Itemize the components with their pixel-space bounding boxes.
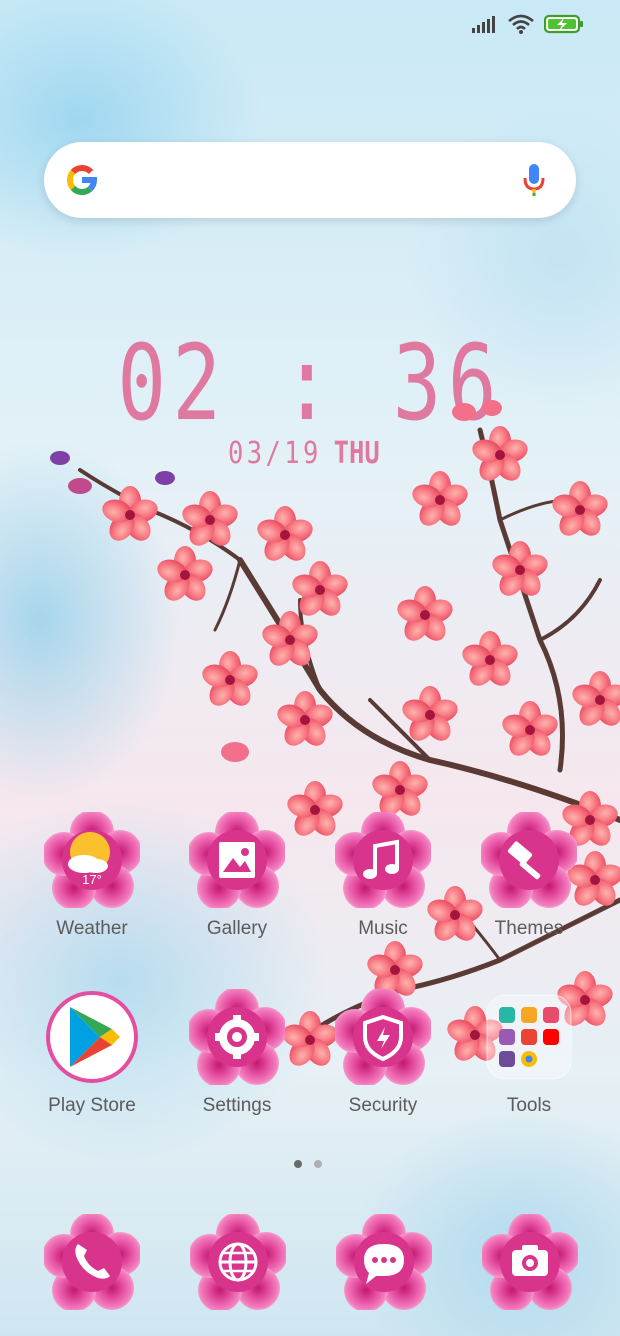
app-label: Gallery: [206, 918, 268, 939]
messages-icon: [334, 1212, 434, 1312]
music-icon: [333, 810, 433, 910]
google-g-icon: [67, 164, 98, 196]
app-music[interactable]: Music: [318, 810, 448, 940]
browser-icon: [188, 1212, 288, 1312]
page-dot-active[interactable]: [294, 1160, 302, 1168]
dock-camera[interactable]: [480, 1212, 580, 1315]
weather-temp: 17°: [82, 872, 102, 887]
camera-icon: [480, 1212, 580, 1312]
app-label: Settings: [202, 1095, 272, 1116]
app-label: Tools: [506, 1095, 552, 1116]
security-icon: [333, 987, 433, 1087]
wifi-icon: [508, 14, 534, 34]
app-security[interactable]: Security: [318, 987, 448, 1117]
app-label: Weather: [56, 918, 128, 939]
app-label: Music: [358, 918, 408, 939]
status-bar: [472, 14, 584, 34]
tools-folder-icon: [481, 989, 577, 1085]
app-weather[interactable]: 17° Weather: [27, 810, 157, 940]
weather-icon: 17°: [42, 810, 142, 910]
app-label: Play Store: [48, 1095, 136, 1116]
app-gallery[interactable]: Gallery: [172, 810, 302, 940]
signal-icon: [472, 16, 495, 33]
battery-charging-icon: [544, 14, 583, 34]
dock-phone[interactable]: [42, 1212, 142, 1315]
gallery-icon: [187, 810, 287, 910]
app-themes[interactable]: Themes: [464, 810, 594, 940]
app-tools-folder[interactable]: Tools: [464, 989, 594, 1117]
themes-icon: [479, 810, 579, 910]
play-store-icon: [44, 989, 140, 1085]
app-label: Security: [348, 1095, 418, 1116]
app-play-store[interactable]: Play Store: [27, 989, 157, 1117]
mic-icon[interactable]: [522, 162, 546, 198]
dock-messages[interactable]: [334, 1212, 434, 1315]
app-settings[interactable]: Settings: [172, 987, 302, 1117]
page-dot[interactable]: [314, 1160, 322, 1168]
google-search-bar[interactable]: [44, 142, 576, 218]
phone-icon: [42, 1212, 142, 1312]
dock-browser[interactable]: [188, 1212, 288, 1315]
page-indicator[interactable]: [294, 1160, 322, 1168]
settings-icon: [187, 987, 287, 1087]
app-label: Themes: [494, 918, 564, 939]
